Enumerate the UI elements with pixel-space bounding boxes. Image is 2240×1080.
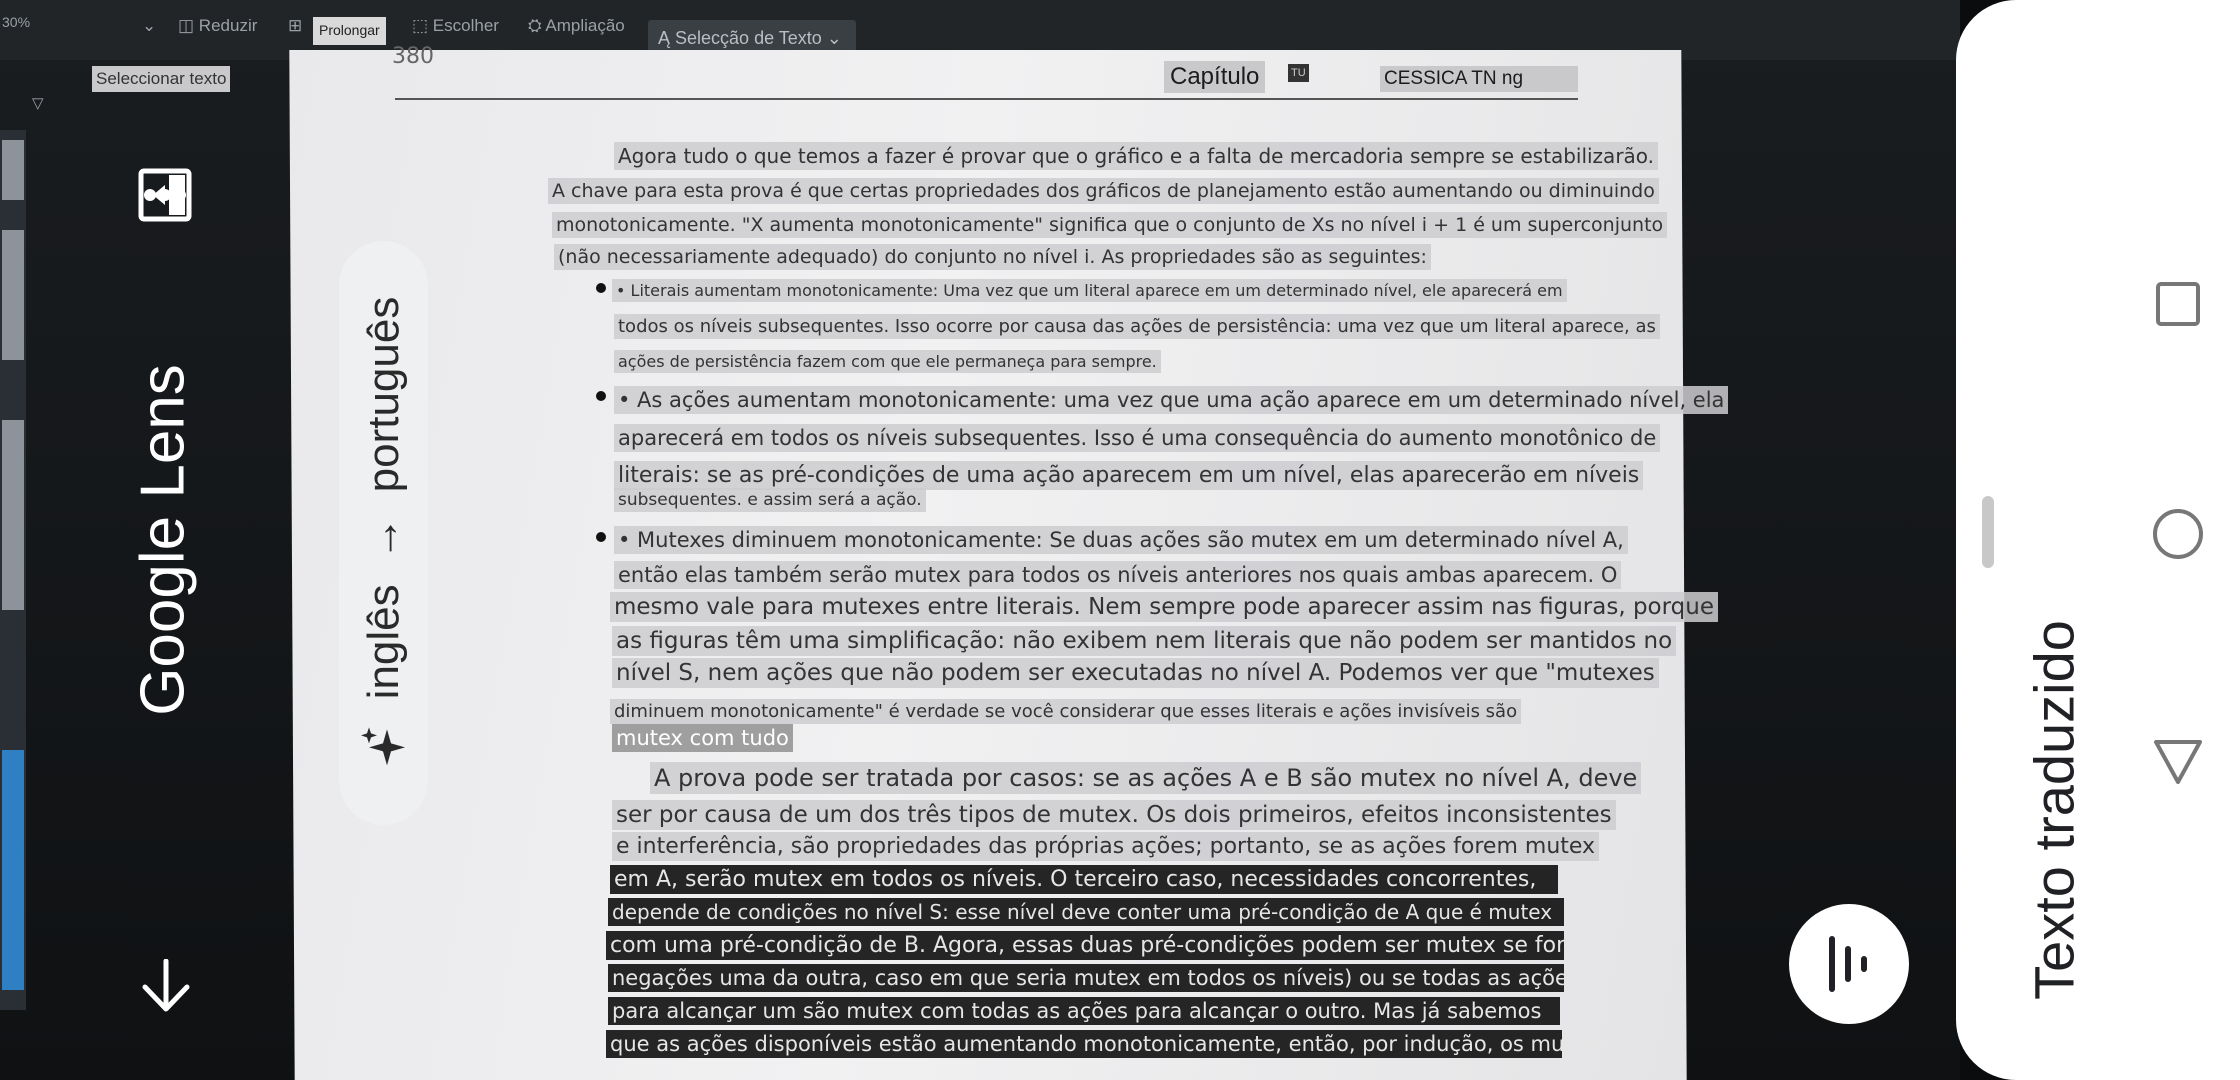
text-line[interactable]: nível S, nem ações que não podem ser exe… [612, 658, 1659, 688]
bullet-dot [596, 532, 606, 542]
page-number: 380 [392, 44, 434, 69]
triangle-back-icon [2154, 740, 2202, 784]
select-text-chip: Seleccionar texto [92, 66, 231, 92]
download-button[interactable] [136, 956, 196, 1016]
camera-view: 30% ⌄ ◫ Reduzir ⊞ Prolongar ⬚ Escolher ⛭… [0, 0, 1960, 1080]
text-line[interactable]: para alcançar um são mutex com todas as … [608, 997, 1560, 1025]
bullet-dot [596, 283, 606, 293]
page-thumbnail [2, 140, 24, 200]
source-language[interactable]: inglês [359, 584, 409, 699]
text-line[interactable]: literais: se as pré-condições de uma açã… [614, 461, 1644, 490]
zoom-value: 30% [2, 14, 31, 30]
header-chapter: Capítulo [1164, 61, 1266, 93]
recents-button[interactable] [2148, 274, 2208, 334]
text-line[interactable]: • Literais aumentam monotonicamente: Uma… [612, 279, 1567, 302]
text-line[interactable]: Agora tudo o que temos a fazer é provar … [614, 142, 1659, 170]
google-lens-title: Google Lens [128, 364, 198, 716]
extend-button: Prolongar [313, 17, 386, 45]
text-line[interactable]: então elas também serão mutex para todos… [614, 561, 1622, 589]
text-line[interactable]: subsequentes. e assim será a ação. [614, 488, 926, 512]
text-line[interactable]: com uma pré-condição de B. Agora, essas … [606, 931, 1600, 960]
panel-title: Texto traduzido [2022, 620, 2086, 1000]
text-line[interactable]: aparecerá em todos os níveis subsequente… [614, 424, 1661, 452]
bullet-dot [596, 391, 606, 401]
text-line[interactable]: depende de condições no nível S: esse ní… [608, 898, 1564, 926]
text-line[interactable]: mutex com tudo [612, 724, 793, 752]
listen-button[interactable] [1789, 904, 1909, 1024]
header-tu: TU [1288, 64, 1309, 82]
text-line[interactable]: negações uma da outra, caso em que seria… [608, 964, 1579, 992]
audio-bars-icon [1829, 936, 1867, 992]
text-line[interactable]: ações de persistência fazem com que ele … [614, 350, 1161, 373]
text-line[interactable]: A chave para esta prova é que certas pro… [548, 178, 1659, 204]
page-thumbnail-selected [2, 750, 24, 990]
text-line[interactable]: • As ações aumentam monotonicamente: uma… [614, 386, 1729, 414]
chevron-down-icon: ⌄ [142, 16, 157, 35]
sparkle-icon [360, 727, 405, 766]
panel-drag-handle[interactable] [1982, 496, 1994, 568]
back-button[interactable] [2148, 732, 2208, 792]
home-button[interactable] [2148, 504, 2208, 564]
collapse-panel-icon [138, 168, 192, 222]
text-line[interactable]: A prova pode ser tratada por casos: se a… [650, 762, 1642, 794]
text-line[interactable]: ser por causa de um dos três tipos de mu… [612, 800, 1616, 830]
circle-icon [2153, 509, 2203, 559]
filter-icon: ▽ [32, 95, 44, 112]
header-right: CESSICA TN ng [1380, 66, 1578, 92]
arrow-down-icon [142, 959, 190, 1012]
square-icon [2156, 282, 2200, 326]
text-line[interactable]: diminuem monotonicamente" é verdade se v… [610, 699, 1522, 724]
arrow-right-icon: → [358, 516, 408, 561]
back-panel-button[interactable] [134, 164, 196, 226]
header-rule [395, 98, 1578, 100]
reduce-button: ◫ Reduzir [178, 16, 258, 35]
text-line[interactable]: • Mutexes diminuem monotonicamente: Se d… [614, 526, 1628, 554]
text-line[interactable]: e interferência, são propriedades das pr… [612, 832, 1600, 861]
text-line[interactable]: que as ações disponíveis estão aumentand… [606, 1030, 1621, 1058]
text-line[interactable]: mesmo vale para mutexes entre literais. … [610, 592, 1718, 622]
text-line[interactable]: monotonicamente. "X aumenta monotonicame… [552, 212, 1668, 238]
enlarge-button: ⛭ Ampliação [528, 16, 625, 35]
text-line[interactable]: em A, serão mutex em todos os níveis. O … [610, 865, 1558, 894]
language-selector[interactable]: inglês → português [339, 241, 428, 825]
thumbnail-strip [0, 130, 26, 1010]
text-line[interactable]: todos os níveis subsequentes. Isso ocorr… [614, 314, 1660, 339]
choose-button: ⬚ Escolher [412, 16, 499, 35]
target-language[interactable]: português [359, 297, 409, 493]
page-thumbnail [2, 230, 24, 360]
text-line[interactable]: as figuras têm uma simplificação: não ex… [612, 626, 1677, 656]
page-thumbnail [2, 420, 24, 610]
text-line[interactable]: (não necessariamente adequado) do conjun… [554, 244, 1431, 270]
extend-icon: ⊞ [288, 16, 303, 35]
